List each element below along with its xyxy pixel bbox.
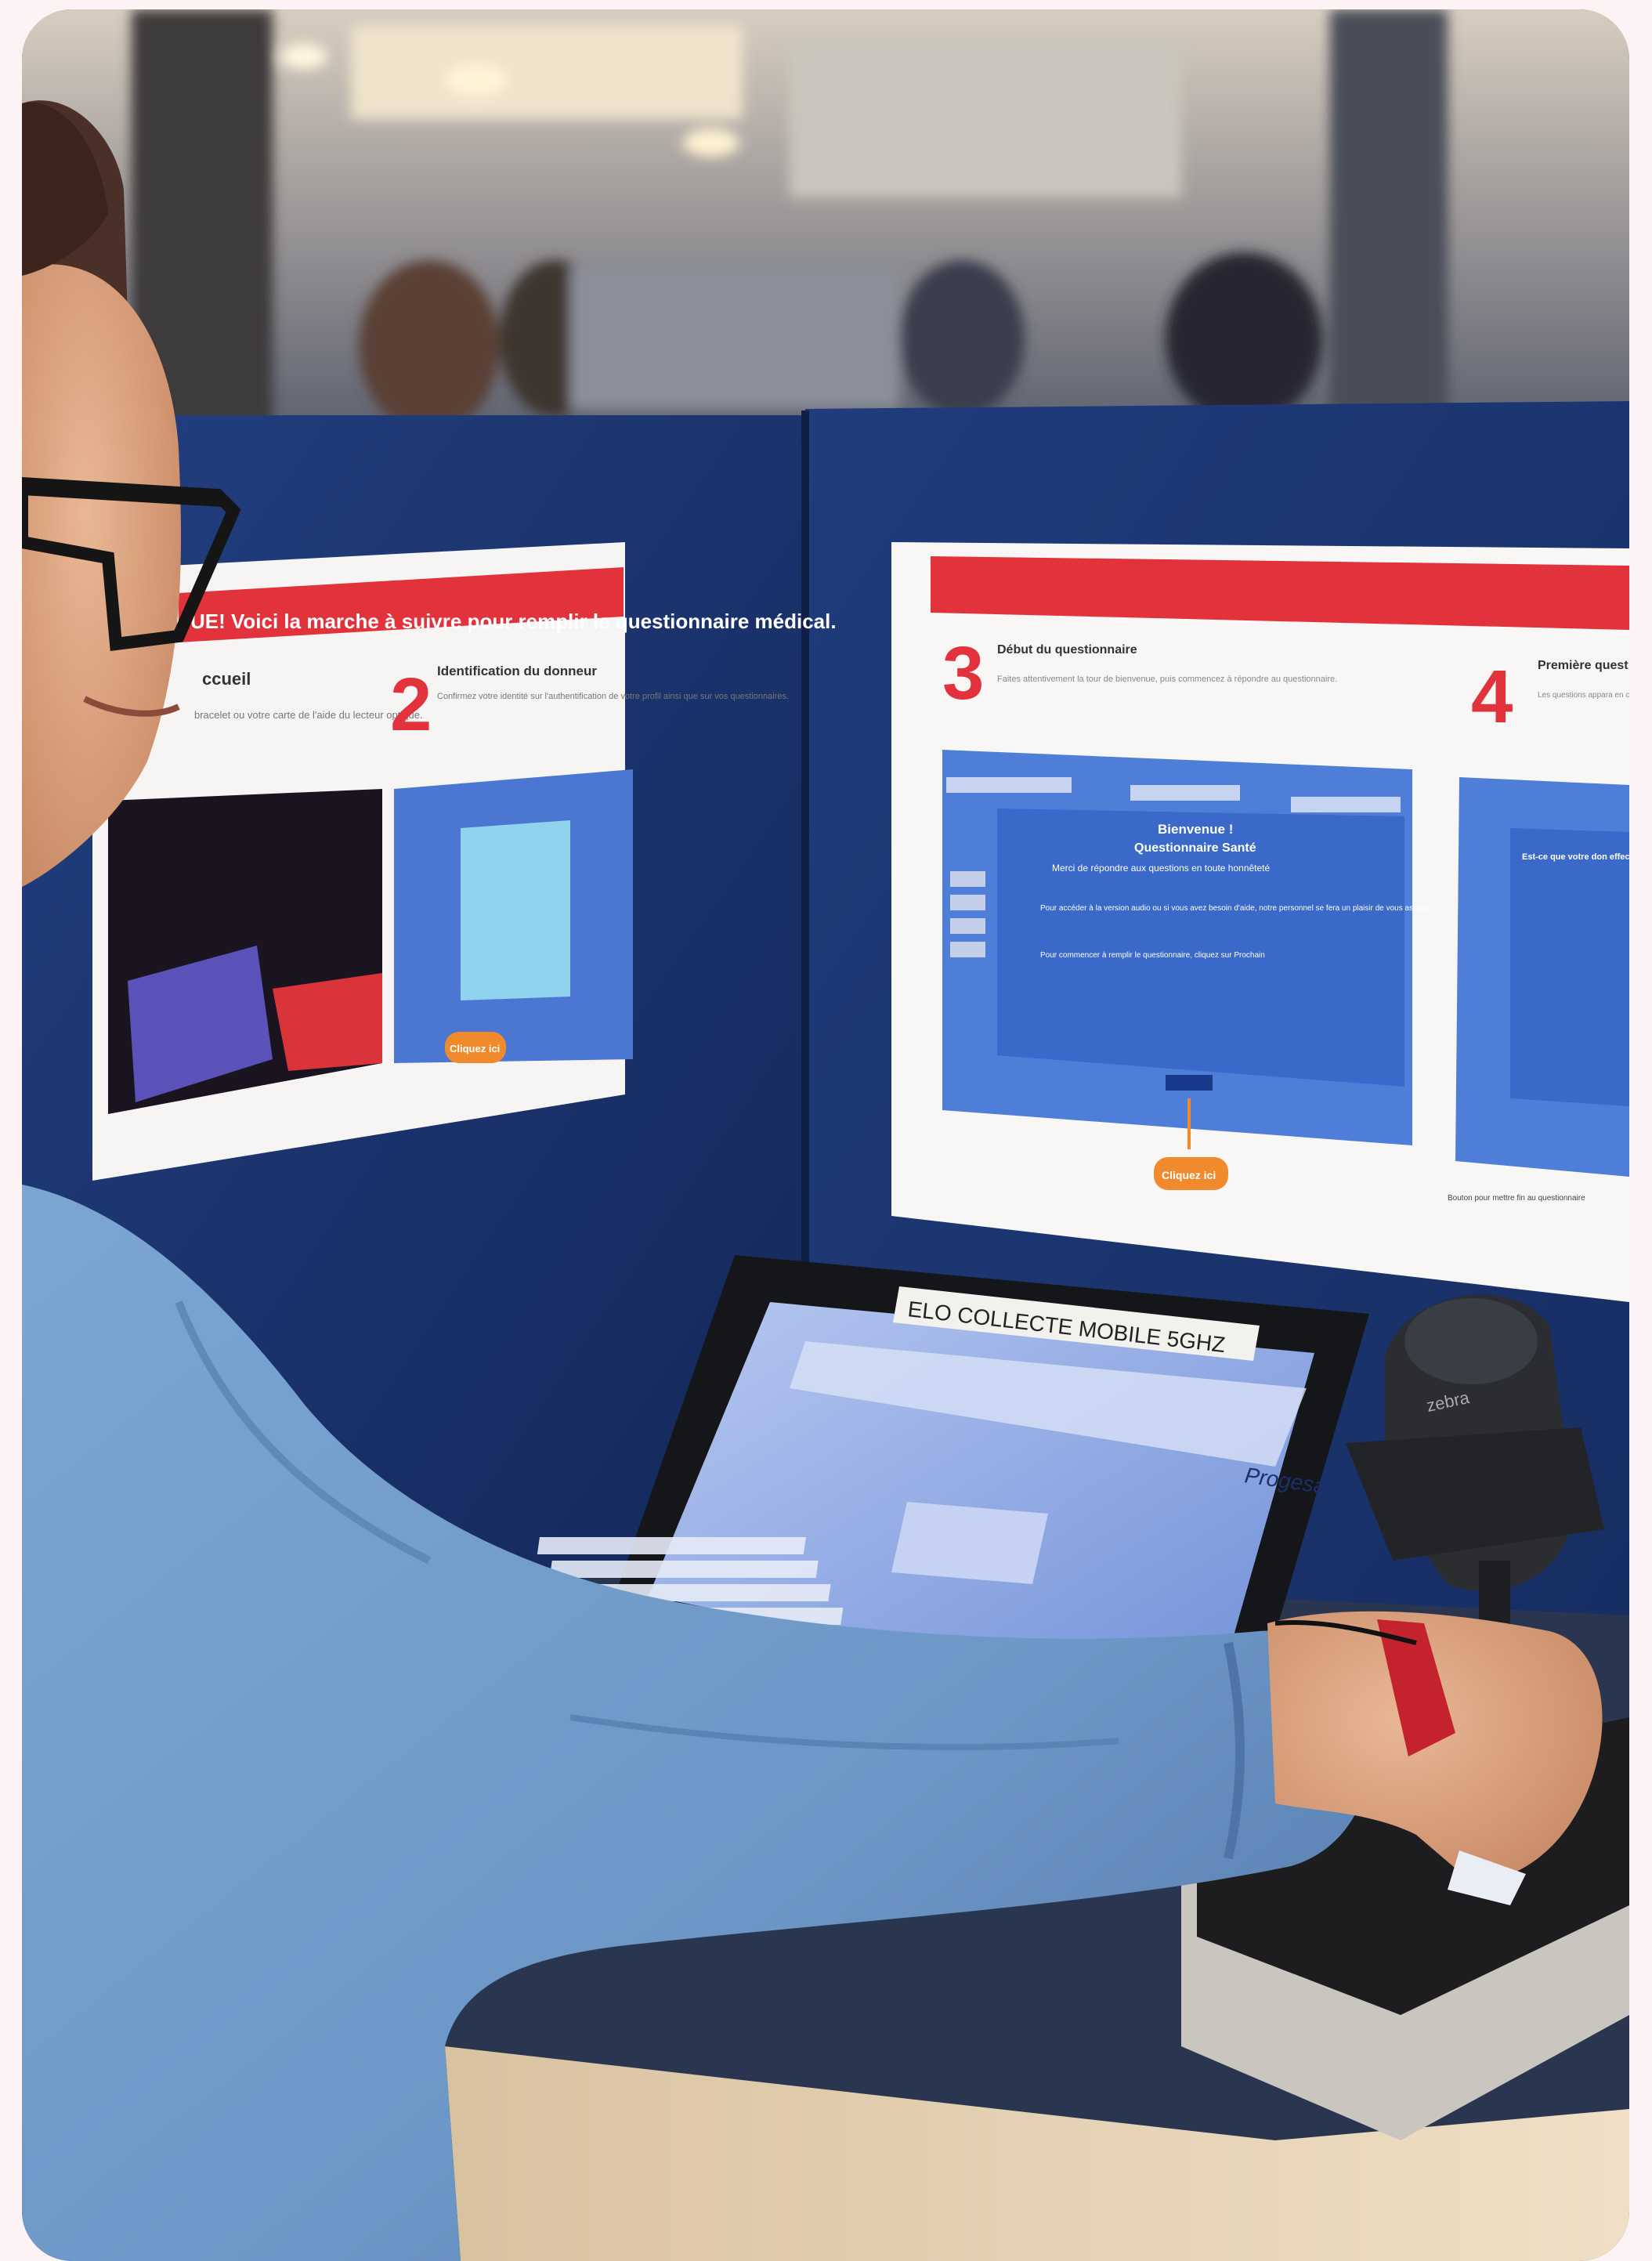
poster-left-step2-number: 2: [390, 663, 432, 747]
poster-right-step3-number: 3: [942, 631, 984, 715]
screen-line1: Merci de répondre aux questions en toute…: [1052, 863, 1271, 874]
screen-welcome: Bienvenue !: [1158, 822, 1233, 837]
poster-right-step3-title: Début du questionnaire: [997, 643, 1137, 657]
kiosk-photo: UE! Voici la marche à suivre pour rempli…: [22, 9, 1629, 2261]
poster-right-side-note: Bouton pour mettre fin au questionnaire: [1448, 1194, 1585, 1203]
poster-right-step3-text: Faites attentivement la tour de bienvenu…: [997, 675, 1337, 684]
screen-line3: Pour commencer à remplir le questionnair…: [1040, 951, 1265, 960]
poster-left-step1-title: ccueil: [202, 669, 251, 689]
poster-left-step2-text: Confirmez votre identité sur l'authentif…: [437, 692, 789, 701]
photo-scene: UE! Voici la marche à suivre pour rempli…: [22, 9, 1629, 2261]
poster-right-step4-text: Les questions appara en cliquant sur la …: [1538, 691, 1629, 700]
poster-right: 3 Début du questionnaire Faites attentiv…: [891, 542, 1629, 1302]
svg-text:Cliquez ici: Cliquez ici: [450, 1043, 500, 1055]
screen-title: Questionnaire Santé: [1134, 841, 1256, 855]
poster-right-step4-title: Première quest: [1538, 659, 1629, 672]
svg-text:Cliquez ici: Cliquez ici: [1162, 1169, 1216, 1181]
on-screen-dialog[interactable]: [891, 1502, 1048, 1584]
screen-line2: Pour accéder à la version audio ou si vo…: [1040, 904, 1433, 913]
poster-left-step1-text: bracelet ou votre carte de l'aide du lec…: [194, 709, 423, 721]
poster-left-step2-title: Identification du donneur: [437, 664, 597, 678]
poster-left-header: UE! Voici la marche à suivre pour rempli…: [190, 610, 837, 633]
poster-right-step4-number: 4: [1471, 655, 1513, 739]
screen2-question: Est-ce que votre don effectué dans les d…: [1522, 852, 1629, 862]
